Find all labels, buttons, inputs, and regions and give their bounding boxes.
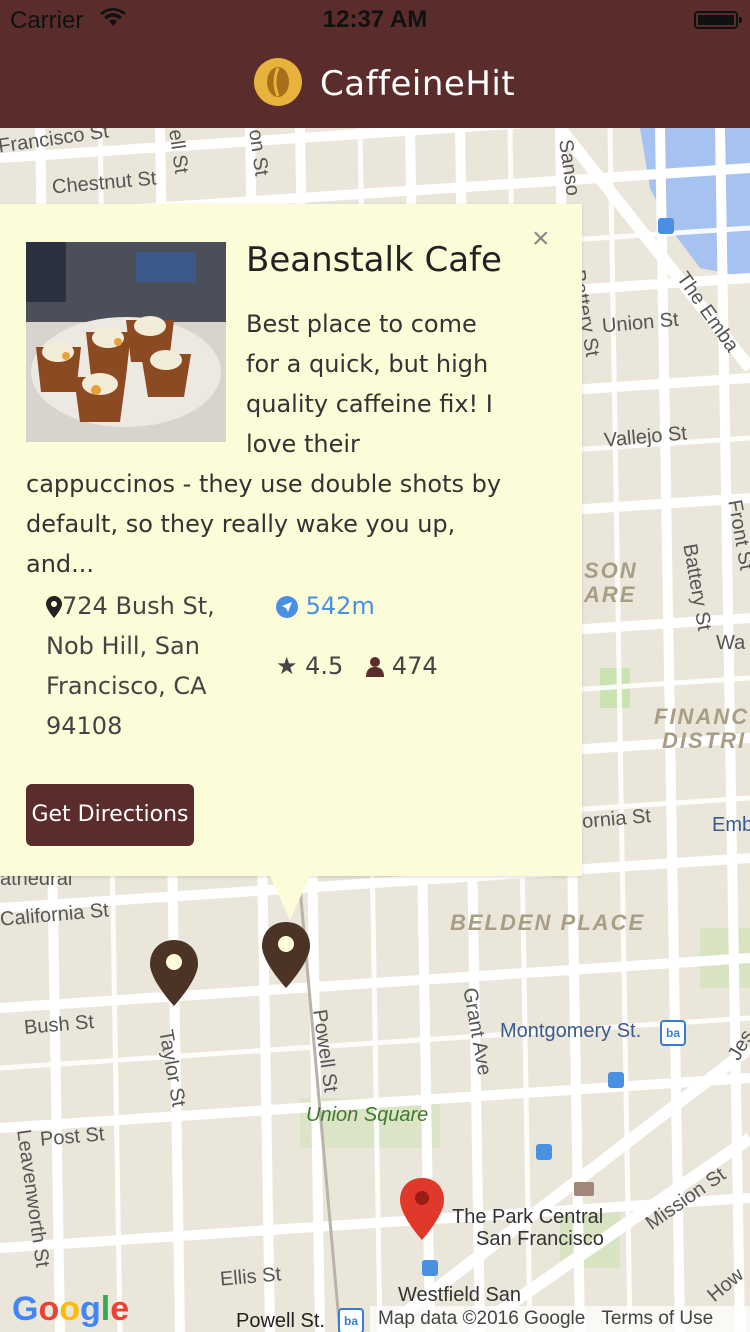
hotel-label: The Park Central: [452, 1206, 604, 1228]
terms-link[interactable]: Terms of Use: [593, 1308, 721, 1329]
bus-icon: [608, 1072, 624, 1088]
transit-label: Montgomery St.: [500, 1020, 642, 1042]
reviews-count: 474: [391, 652, 438, 680]
mall-label: Westfield San: [398, 1284, 522, 1306]
cafe-map-pin[interactable]: [150, 940, 198, 1011]
rating-value: 4.5: [305, 652, 344, 680]
battery-icon: [694, 11, 742, 29]
map-attribution: Map data ©2016 Google Terms of Use: [370, 1306, 750, 1332]
bus-icon: [422, 1260, 438, 1276]
card-pointer: [270, 876, 310, 920]
district-label: DISTRI: [662, 728, 747, 753]
cafe-name: Beanstalk Cafe: [246, 240, 502, 280]
status-bar: Carrier 12:37 AM: [0, 0, 750, 40]
park-label: Union Square: [306, 1104, 429, 1126]
current-location-pin: [400, 1178, 444, 1245]
bart-icon: ba: [338, 1308, 364, 1332]
distance-text: 542m: [305, 592, 375, 620]
coffee-bean-icon: [254, 58, 302, 106]
district-label: FINANC: [654, 704, 750, 729]
map-data-text: Map data ©2016 Google: [378, 1308, 586, 1329]
cafe-map-pin-selected[interactable]: [262, 922, 310, 993]
bart-icon: ba: [660, 1020, 686, 1046]
cafe-review: Best place to come for a quick, but high…: [26, 304, 516, 584]
address-text: 724 Bush St, Nob Hill, San Francisco, CA…: [46, 592, 215, 740]
street-label: Emb: [712, 814, 750, 836]
district-label: SON: [584, 558, 638, 583]
person-icon: [366, 657, 385, 677]
hotel-icon: [574, 1182, 594, 1196]
bus-icon: [658, 218, 674, 234]
cafe-distance[interactable]: 542m: [276, 586, 375, 626]
cafe-address: 724 Bush St, Nob Hill, San Francisco, CA…: [46, 586, 226, 746]
cafe-rating: ★ 4.5 474: [276, 646, 438, 686]
map-pin-icon: [150, 940, 198, 1006]
get-directions-button[interactable]: Get Directions: [26, 784, 194, 846]
navigation-arrow-icon: [276, 596, 298, 618]
nav-bar: CaffeineHit: [0, 40, 750, 128]
district-label: BELDEN PLACE: [450, 910, 646, 935]
clock: 12:37 AM: [322, 6, 428, 33]
google-logo: Google: [12, 1290, 130, 1328]
star-icon: ★: [276, 652, 298, 680]
red-map-pin-icon: [400, 1178, 444, 1240]
location-pin-icon: [46, 596, 62, 618]
hotel-label: San Francisco: [476, 1228, 604, 1250]
bus-icon: [536, 1144, 552, 1160]
transit-label: Powell St.: [236, 1310, 325, 1332]
district-label: ARE: [584, 582, 637, 607]
map-pin-icon: [262, 922, 310, 988]
cafe-info-card: × Beanstalk Cafe Best place to come for …: [0, 204, 582, 920]
close-icon[interactable]: ×: [532, 224, 550, 254]
app-title: CaffeineHit: [320, 64, 516, 104]
street-label: Wa: [716, 632, 746, 654]
